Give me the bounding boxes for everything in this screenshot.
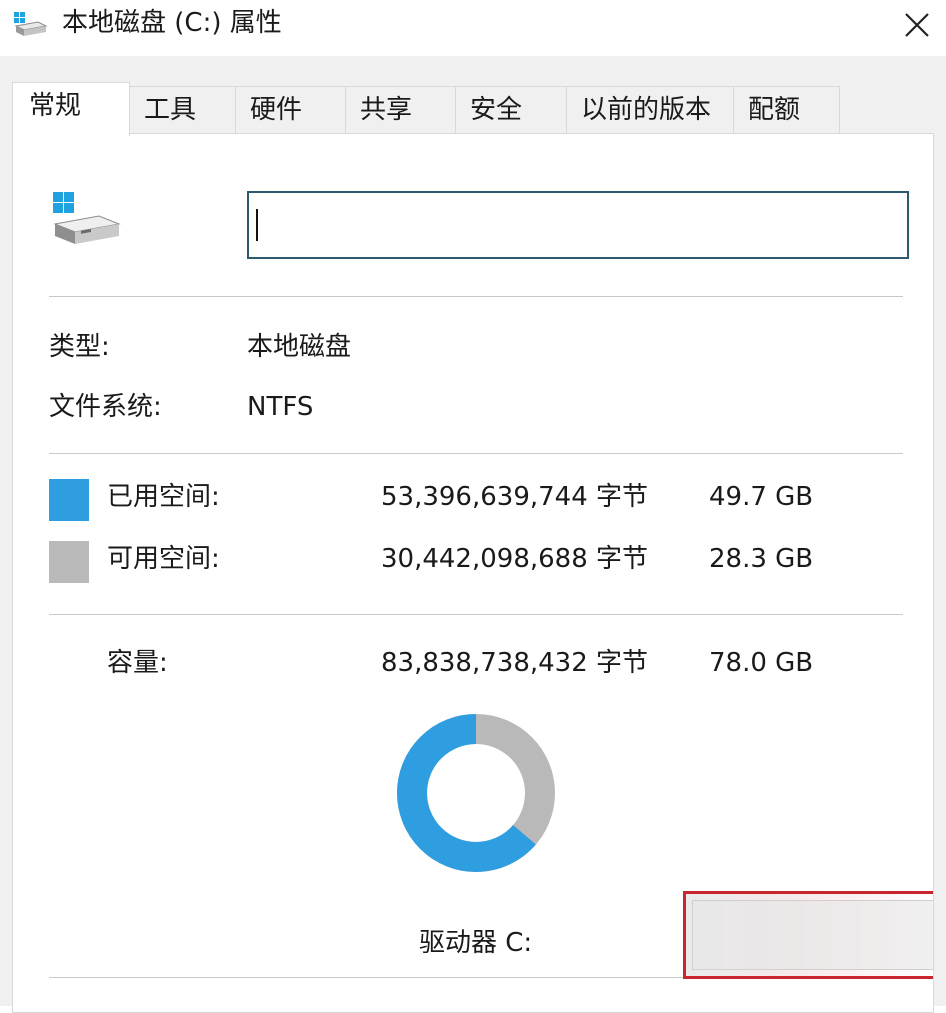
file-system-value: NTFS [247,392,314,422]
free-space-swatch [49,541,89,583]
tab-tools[interactable]: 工具 [129,86,236,134]
free-space-label: 可用空间: [107,544,220,574]
capacity-label: 容量: [107,648,168,678]
windows-drive-icon [53,192,121,244]
tab-general[interactable]: 常规 [12,82,130,136]
used-space-swatch [49,479,89,521]
used-space-label: 已用空间: [107,482,220,512]
drive-letter-label: 驱动器 C: [419,928,533,958]
drive-icon [14,12,48,36]
tab-strip: 常规 工具 硬件 共享 安全 以前的版本 配额 [12,82,842,136]
free-space-size: 28.3 GB [709,544,814,574]
used-space-size: 49.7 GB [709,482,814,512]
capacity-size: 78.0 GB [709,648,814,678]
separator [49,614,903,615]
tab-sharing[interactable]: 共享 [345,86,456,134]
drive-name-input[interactable] [247,191,909,259]
separator [49,977,683,978]
tab-quota[interactable]: 配额 [733,86,840,134]
title-bar: 本地磁盘 (C:) 属性 [0,0,946,56]
button-face [692,900,933,970]
disk-usage-donut [397,714,555,872]
type-label: 类型: [49,332,110,362]
close-icon [905,13,929,37]
close-button[interactable] [888,0,946,50]
file-system-label: 文件系统: [49,392,162,422]
separator [49,453,903,454]
used-space-bytes: 53,396,639,744 字节 [381,482,649,512]
window-title: 本地磁盘 (C:) 属性 [62,8,282,38]
general-tab-panel: 类型: 本地磁盘 文件系统: NTFS 已用空间: 53,396,639,744… [12,133,934,1013]
tab-hardware[interactable]: 硬件 [235,86,346,134]
dialog-client-area: 常规 工具 硬件 共享 安全 以前的版本 配额 类型: 本地磁盘 文件系统: N… [0,56,946,1013]
capacity-bytes: 83,838,738,432 字节 [381,648,649,678]
disk-cleanup-button[interactable] [683,891,933,979]
text-caret [256,209,258,241]
separator [49,296,903,297]
tab-security[interactable]: 安全 [455,86,567,134]
type-value: 本地磁盘 [247,332,352,362]
free-space-bytes: 30,442,098,688 字节 [381,544,649,574]
tab-previous-versions[interactable]: 以前的版本 [566,86,734,134]
